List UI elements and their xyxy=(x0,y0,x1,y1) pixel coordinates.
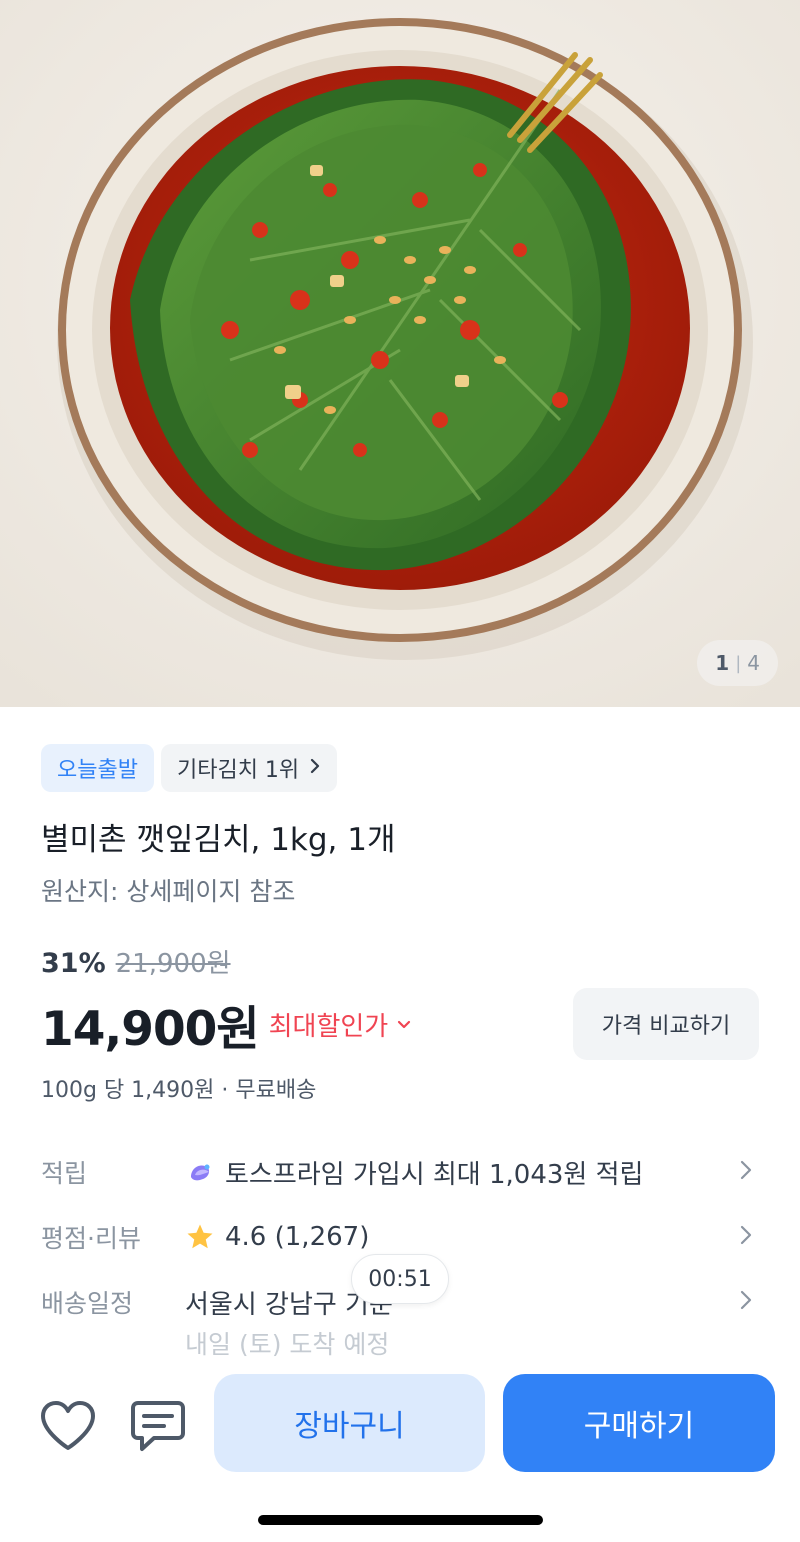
add-to-cart-button[interactable]: 장바구니 xyxy=(214,1374,485,1472)
discount-row: 31% 21,900원 xyxy=(41,943,231,980)
points-row[interactable]: 적립 토스프라임 가입시 최대 1,043원 적립 xyxy=(41,1147,759,1197)
rating-value: 4.6 (1,267) xyxy=(225,1222,370,1252)
home-indicator xyxy=(258,1515,543,1525)
category-rank-label: 기타김치 1위 xyxy=(176,758,300,783)
image-counter-current: 1 xyxy=(715,651,730,675)
product-detail-page: 1 | 4 오늘출발 기타김치 1위 별미촌 깻잎김치, 1kg, 1개 원산지… xyxy=(0,0,800,1542)
discount-rate: 31% xyxy=(41,948,106,979)
image-counter-total: 4 xyxy=(747,651,760,675)
inquiry-button[interactable] xyxy=(128,1396,188,1456)
sale-price: 14,900원 xyxy=(41,1002,260,1057)
chevron-down-icon xyxy=(398,1020,411,1028)
max-discount-label: 최대할인가 xyxy=(268,1012,389,1042)
compare-price-button[interactable]: 가격 비교하기 xyxy=(573,988,759,1060)
chevron-right-icon xyxy=(739,1224,753,1250)
chevron-right-icon xyxy=(739,1159,753,1185)
timer-badge: 00:51 xyxy=(351,1254,449,1304)
message-icon xyxy=(131,1401,185,1451)
same-day-shipping-label: 오늘출발 xyxy=(57,758,138,783)
wishlist-button[interactable] xyxy=(38,1396,98,1456)
chevron-right-icon xyxy=(309,756,321,781)
star-icon xyxy=(187,1224,213,1249)
buy-now-button[interactable]: 구매하기 xyxy=(503,1374,775,1472)
image-counter: 1 | 4 xyxy=(697,640,778,686)
product-photo xyxy=(0,0,800,707)
image-counter-separator: | xyxy=(735,652,742,674)
rating-label: 평점·리뷰 xyxy=(41,1224,141,1253)
badge-row: 오늘출발 기타김치 1위 xyxy=(41,744,338,792)
points-value: 토스프라임 가입시 최대 1,043원 적립 xyxy=(225,1159,644,1190)
price-row: 14,900원 최대할인가 xyxy=(41,990,412,1059)
toss-prime-icon xyxy=(191,1164,210,1181)
unit-price-shipping: 100g 당 1,490원 · 무료배송 xyxy=(41,1078,317,1103)
product-title: 별미촌 깻잎김치, 1kg, 1개 xyxy=(41,822,396,858)
category-rank-badge[interactable]: 기타김치 1위 xyxy=(160,744,338,792)
same-day-shipping-badge: 오늘출발 xyxy=(41,744,154,792)
product-origin: 원산지: 상세페이지 참조 xyxy=(41,877,296,906)
product-image-gallery[interactable]: 1 | 4 xyxy=(0,0,800,707)
max-discount-toggle[interactable]: 최대할인가 xyxy=(269,1006,413,1043)
delivery-label: 배송일정 xyxy=(41,1289,134,1318)
chevron-right-icon xyxy=(739,1289,753,1315)
original-price: 21,900원 xyxy=(115,949,231,979)
heart-icon xyxy=(41,1401,95,1450)
points-label: 적립 xyxy=(41,1159,88,1188)
